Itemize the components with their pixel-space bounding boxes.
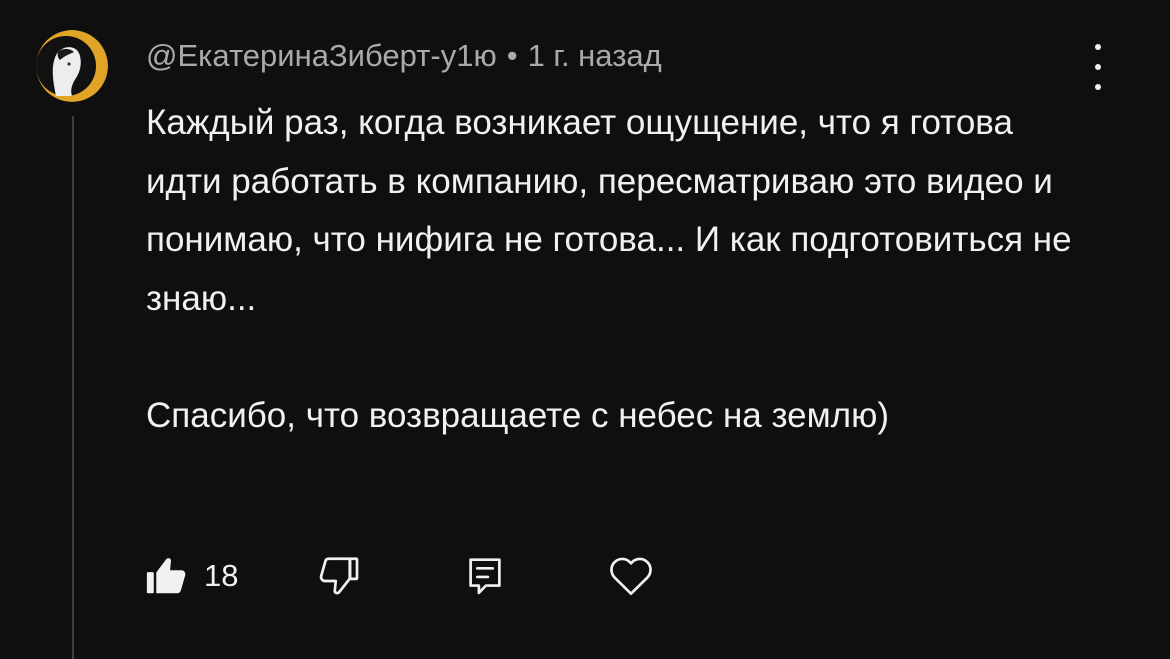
comment-actions: 18 (144, 548, 684, 604)
comment-meta: @ЕкатеринаЗиберт-у1ю • 1 г. назад (146, 36, 662, 76)
comment-time[interactable]: 1 г. назад (528, 38, 662, 73)
reply-button[interactable] (462, 548, 508, 604)
likes-count: 18 (204, 558, 239, 593)
avatar[interactable] (36, 30, 108, 102)
author-handle[interactable]: @ЕкатеринаЗиберт-у1ю (146, 38, 497, 73)
thumb-up-filled-icon (146, 558, 186, 594)
dislike-button[interactable] (316, 548, 362, 604)
like-button[interactable]: 18 (144, 548, 238, 604)
more-vert-icon[interactable] (1082, 44, 1114, 90)
comment-text: Каждый раз, когда возникает ощущение, чт… (146, 94, 1086, 446)
meta-separator: • (506, 38, 518, 73)
comment-paragraph-2: Спасибо, что возвращаете с небес на земл… (146, 395, 889, 435)
thumb-down-outline-icon (319, 557, 359, 595)
avatar-image (36, 30, 108, 102)
heart-button[interactable] (606, 548, 656, 604)
thread-line (72, 116, 74, 659)
comment: @ЕкатеринаЗиберт-у1ю • 1 г. назад Каждый р… (0, 0, 1170, 659)
heart-outline-icon (610, 557, 652, 596)
reply-comment-icon (469, 558, 501, 595)
comment-paragraph-1: Каждый раз, когда возникает ощущение, чт… (146, 103, 1072, 318)
